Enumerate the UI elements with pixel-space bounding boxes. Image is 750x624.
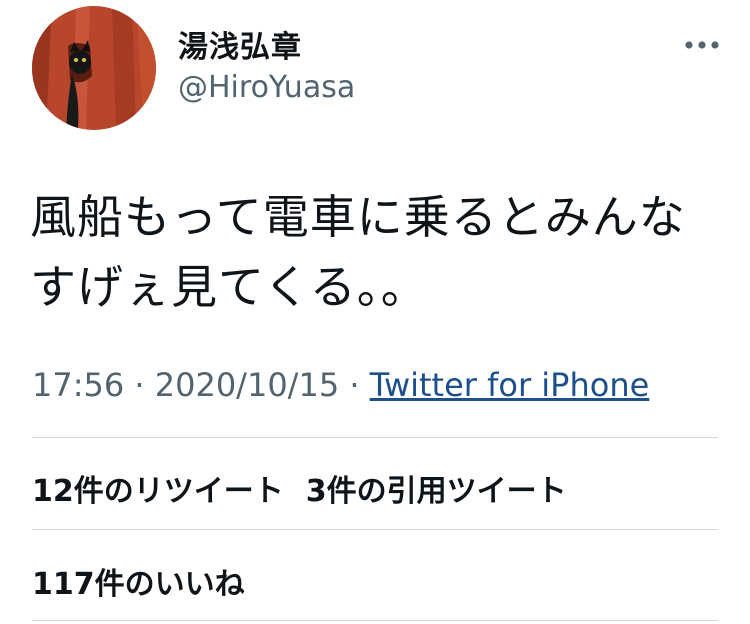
engagement-stats-row: 12件のリツイート 3件の引用ツイート	[32, 466, 589, 510]
more-options-button[interactable]	[678, 30, 726, 60]
meta-separator: ·	[124, 366, 155, 404]
tweet-time[interactable]: 17:56	[32, 366, 124, 404]
retweets-stat[interactable]: 12件のリツイート	[32, 474, 284, 509]
tweet-card: 湯浅弘章 @HiroYuasa 風船もって電車に乗るとみんな すげぇ見てくる。。…	[0, 0, 750, 624]
tweet-text-line-2: すげぇ見てくる。。	[30, 260, 428, 314]
retweets-count: 12	[32, 474, 74, 509]
tweet-text-line-1: 風船もって電車に乗るとみんな	[30, 190, 686, 244]
more-horizontal-icon	[685, 41, 719, 49]
black-cat-avatar-icon	[32, 6, 156, 130]
likes-stats-row: 117件のいいね	[32, 559, 267, 603]
divider	[32, 529, 718, 530]
likes-count: 117	[32, 567, 95, 602]
avatar[interactable]	[32, 6, 156, 130]
quotes-stat[interactable]: 3件の引用ツイート	[306, 474, 567, 509]
retweets-label: 件のリツイート	[73, 474, 284, 509]
divider	[32, 437, 718, 438]
quotes-label: 件の引用ツイート	[326, 474, 567, 509]
tweet-meta: 17:56 · 2020/10/15 · Twitter for iPhone	[32, 366, 649, 404]
meta-separator: ·	[339, 366, 370, 404]
tweet-text: 風船もって電車に乗るとみんな すげぇ見てくる。。	[30, 182, 730, 322]
author-display-name[interactable]: 湯浅弘章	[178, 22, 302, 66]
tweet-source-link[interactable]: Twitter for iPhone	[370, 366, 650, 404]
author-handle[interactable]: @HiroYuasa	[178, 70, 355, 105]
divider	[32, 620, 718, 621]
quotes-count: 3	[305, 474, 327, 509]
tweet-date[interactable]: 2020/10/15	[155, 366, 339, 404]
likes-label: 件のいいね	[94, 567, 245, 602]
likes-stat[interactable]: 117件のいいね	[32, 567, 245, 602]
